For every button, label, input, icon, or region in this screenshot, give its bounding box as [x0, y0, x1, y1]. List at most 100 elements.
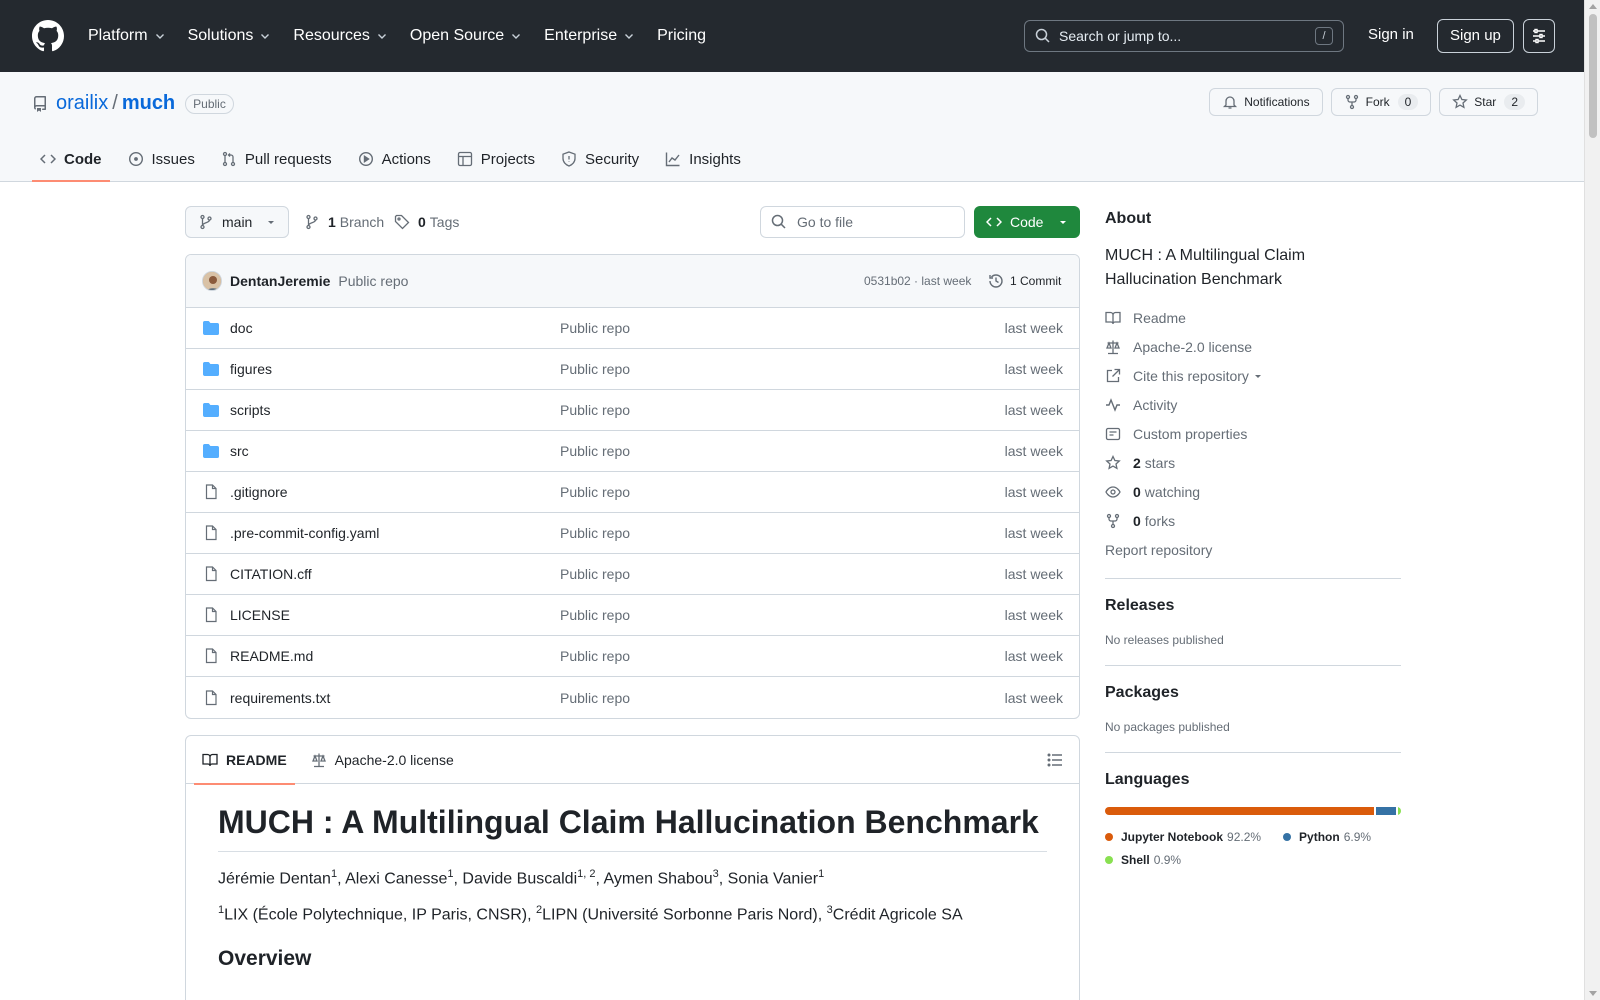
nav-open-source[interactable]: Open Source: [410, 27, 522, 45]
activity-link[interactable]: Activity: [1105, 395, 1401, 415]
sign-in-link[interactable]: Sign in: [1368, 26, 1414, 43]
file-name-link[interactable]: CITATION.cff: [230, 566, 312, 582]
readme-tab[interactable]: README: [194, 736, 295, 785]
global-search-input[interactable]: Search or jump to... /: [1024, 20, 1344, 52]
readme-title: MUCH : A Multilingual Claim Hallucinatio…: [218, 804, 1047, 852]
branches-link[interactable]: 1 Branch: [304, 214, 384, 230]
nav-resources[interactable]: Resources: [293, 27, 387, 45]
language-percent: 92.2%: [1227, 829, 1262, 844]
tab-projects[interactable]: Projects: [449, 136, 543, 182]
language-item[interactable]: Shell 0.9%: [1105, 848, 1181, 871]
file-commit-message[interactable]: Public repo: [560, 443, 630, 459]
table-row[interactable]: scripts Public repo last week: [186, 390, 1079, 431]
star-label: Star: [1474, 95, 1497, 109]
law-icon: [1106, 340, 1120, 355]
list-toc-icon[interactable]: [1047, 752, 1063, 768]
table-row[interactable]: requirements.txt Public repo last week: [186, 677, 1079, 718]
report-repository-link[interactable]: Report repository: [1105, 540, 1401, 560]
table-row[interactable]: LICENSE Public repo last week: [186, 595, 1079, 636]
file-commit-message[interactable]: Public repo: [560, 320, 630, 336]
scroll-down-arrow[interactable]: [1589, 991, 1597, 996]
go-to-file-input[interactable]: Go to file: [760, 206, 965, 238]
caret-down-icon: [268, 221, 274, 224]
notifications-button[interactable]: Notifications: [1209, 88, 1323, 116]
file-name-link[interactable]: figures: [230, 361, 272, 377]
file-icon: [205, 648, 217, 664]
file-commit-message[interactable]: Public repo: [560, 525, 630, 541]
tab-issues[interactable]: Issues: [120, 136, 203, 182]
file-commit-message[interactable]: Public repo: [560, 361, 630, 377]
tab-pull-requests[interactable]: Pull requests: [213, 136, 340, 182]
nav-pricing[interactable]: Pricing: [657, 27, 706, 45]
file-commit-date: last week: [1004, 402, 1063, 418]
packages-heading[interactable]: Packages: [1105, 684, 1401, 702]
license-link[interactable]: Apache-2.0 license: [1105, 337, 1401, 357]
table-row[interactable]: README.md Public repo last week: [186, 636, 1079, 677]
cite-repository-link[interactable]: Cite this repository: [1105, 366, 1401, 386]
file-commit-date: last week: [1004, 648, 1063, 664]
commit-author-link[interactable]: DentanJeremie: [230, 273, 330, 289]
code-dropdown-button[interactable]: Code: [974, 206, 1080, 238]
readme-link[interactable]: Readme: [1105, 308, 1401, 328]
author-name: Alexi Canesse: [345, 870, 448, 888]
table-row[interactable]: doc Public repo last week: [186, 308, 1079, 349]
releases-heading[interactable]: Releases: [1105, 597, 1401, 615]
stars-link[interactable]: 2 stars: [1105, 453, 1401, 473]
file-name-link[interactable]: doc: [230, 320, 253, 336]
file-commit-message[interactable]: Public repo: [560, 607, 630, 623]
repo-path-separator: /: [112, 92, 118, 114]
repo-owner-link[interactable]: orailix: [56, 92, 108, 115]
repo-icon: [34, 95, 46, 112]
tab-insights[interactable]: Insights: [657, 136, 749, 182]
scroll-thumb[interactable]: [1589, 14, 1597, 138]
file-name-link[interactable]: README.md: [230, 648, 313, 664]
author-separator: ,: [595, 870, 604, 888]
settings-menu-button[interactable]: [1523, 19, 1555, 53]
file-commit-message[interactable]: Public repo: [560, 690, 630, 706]
nav-enterprise[interactable]: Enterprise: [544, 27, 635, 45]
affiliation-text: LIX (École Polytechnique, IP Paris, CNSR…: [224, 906, 536, 924]
file-name-link[interactable]: src: [230, 443, 249, 459]
language-item[interactable]: Python 6.9%: [1283, 825, 1371, 848]
table-row[interactable]: CITATION.cff Public repo last week: [186, 554, 1079, 595]
nav-platform[interactable]: Platform: [88, 27, 166, 45]
custom-properties-link[interactable]: Custom properties: [1105, 424, 1401, 444]
file-commit-message[interactable]: Public repo: [560, 648, 630, 664]
watching-label: watching: [1144, 484, 1201, 500]
affiliation-text: Crédit Agricole SA: [832, 906, 963, 924]
scroll-up-arrow[interactable]: [1589, 4, 1597, 9]
tab-actions[interactable]: Actions: [350, 136, 439, 182]
table-row[interactable]: .pre-commit-config.yaml Public repo last w…: [186, 513, 1079, 554]
forks-link[interactable]: 0 forks: [1105, 511, 1401, 531]
file-name-link[interactable]: requirements.txt: [230, 690, 330, 706]
star-button[interactable]: Star 2: [1439, 88, 1538, 116]
sign-up-button[interactable]: Sign up: [1437, 19, 1514, 53]
language-item[interactable]: Jupyter Notebook 92.2%: [1105, 825, 1261, 848]
page-scrollbar[interactable]: [1584, 0, 1600, 1000]
file-name-link[interactable]: scripts: [230, 402, 270, 418]
nav-solutions[interactable]: Solutions: [188, 27, 272, 45]
tab-security[interactable]: Security: [553, 136, 647, 182]
table-row[interactable]: figures Public repo last week: [186, 349, 1079, 390]
fork-icon: [1345, 94, 1358, 110]
table-row[interactable]: src Public repo last week: [186, 431, 1079, 472]
file-commit-message[interactable]: Public repo: [560, 566, 630, 582]
file-commit-message[interactable]: Public repo: [560, 402, 630, 418]
file-name-link[interactable]: LICENSE: [230, 607, 290, 623]
file-commit-message[interactable]: Public repo: [560, 484, 630, 500]
tab-code[interactable]: Code: [32, 136, 110, 182]
tags-link[interactable]: 0 Tags: [394, 214, 459, 230]
repo-name-link[interactable]: much: [122, 92, 175, 115]
branch-selector[interactable]: main: [185, 206, 289, 238]
file-name-link[interactable]: .pre-commit-config.yaml: [230, 525, 379, 541]
commit-history-link[interactable]: 1 Commit: [988, 273, 1061, 289]
github-logo-icon[interactable]: [32, 20, 64, 52]
table-row[interactable]: .gitignore Public repo last week: [186, 472, 1079, 513]
watchers-link[interactable]: 0 watching: [1105, 482, 1401, 502]
license-tab[interactable]: Apache-2.0 license: [303, 736, 462, 784]
commit-message-link[interactable]: Public repo: [338, 273, 408, 289]
fork-button[interactable]: Fork 0: [1330, 88, 1432, 116]
file-name-link[interactable]: .gitignore: [230, 484, 288, 500]
avatar[interactable]: [202, 271, 222, 291]
commit-hash-date[interactable]: 0531b02 · last week: [864, 274, 971, 288]
